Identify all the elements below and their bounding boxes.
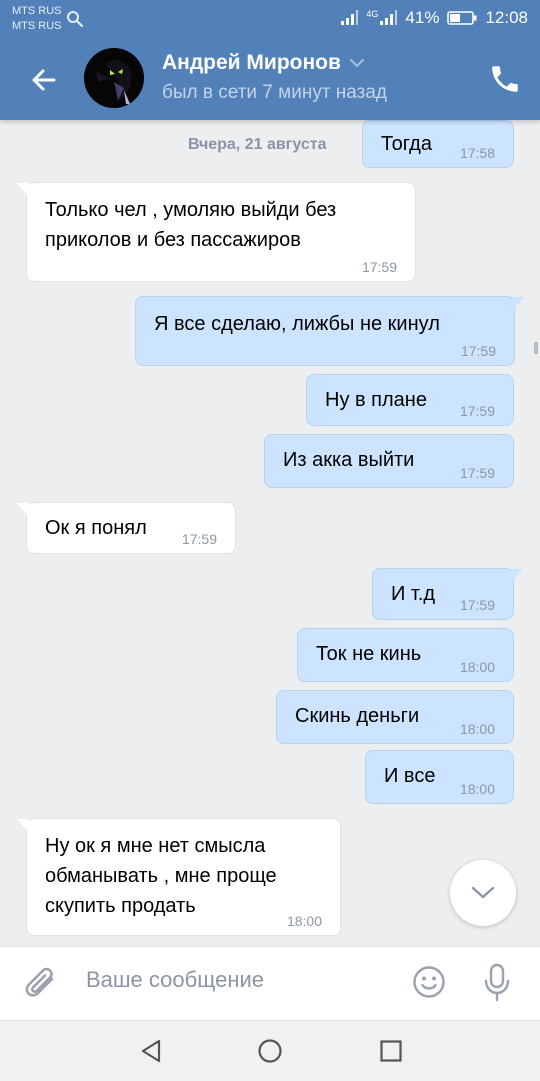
clock: 12:08 (485, 8, 528, 27)
message-text: Ну в плане (325, 389, 427, 411)
message-incoming[interactable]: Только чел , умоляю выйди без приколов и… (17, 182, 416, 282)
message-outgoing[interactable]: Скинь деньги 18:00 (276, 690, 514, 744)
avatar[interactable] (84, 48, 144, 108)
message-time: 17:59 (459, 597, 495, 613)
message-text: Ок я понял (45, 517, 147, 539)
message-outgoing[interactable]: Ток не кинь 18:00 (297, 628, 514, 682)
microphone-icon[interactable] (482, 963, 512, 1003)
status-indicators: 4G 41% 12:08 (340, 8, 528, 28)
nav-home-icon[interactable] (257, 1038, 283, 1064)
bubble-tail (17, 503, 29, 517)
contact-name: Андрей Миронов (162, 51, 341, 74)
message-time: 18:00 (286, 913, 322, 929)
message-input[interactable] (86, 967, 386, 993)
signal-icon (380, 10, 398, 25)
carrier-1: MTS RUS (12, 5, 62, 17)
message-text: Я все сделаю, лижбы не кинул (154, 313, 440, 335)
smile-icon[interactable] (412, 965, 446, 999)
message-time: 17:59 (181, 531, 217, 547)
message-text: Ток не кинь (316, 643, 422, 665)
message-text: Из акка выйти (283, 449, 415, 471)
message-outgoing[interactable]: И т.д 17:59 (372, 568, 523, 620)
date-separator: Вчера, 21 августа (188, 136, 327, 153)
message-outgoing[interactable]: Ну в плане 17:59 (306, 374, 514, 426)
message-text: И все (384, 765, 436, 787)
message-time: 17:58 (459, 145, 495, 161)
message-text: Скинь деньги (295, 705, 420, 727)
scrollbar[interactable] (534, 342, 538, 354)
message-text: Только чел , умоляю выйди без приколов и… (45, 199, 337, 251)
system-nav-bar (0, 1020, 540, 1081)
message-time: 18:00 (459, 659, 495, 675)
bubble-tail (17, 183, 29, 197)
bubble-tail (511, 569, 523, 583)
message-outgoing[interactable]: И все 18:00 (365, 750, 514, 804)
bubble-tail (512, 297, 524, 311)
bubble-tail (17, 819, 29, 833)
search-icon (67, 11, 84, 28)
phone-icon[interactable] (488, 62, 522, 96)
message-text: Ну ок я мне нет смысла обманывать , мне … (45, 835, 277, 917)
battery-icon (447, 11, 477, 25)
message-text: И т.д (391, 583, 436, 605)
message-time: 17:59 (459, 465, 495, 481)
scroll-down-button[interactable] (450, 860, 516, 926)
network-type-label: 4G (366, 9, 379, 19)
nav-back-icon[interactable] (138, 1038, 164, 1064)
message-time: 18:00 (459, 781, 495, 797)
paperclip-icon[interactable] (24, 965, 60, 1003)
message-time: 17:59 (460, 343, 496, 359)
status-bar: MTS RUS MTS RUS 4G 41% 12:08 (0, 0, 540, 38)
message-time: 17:59 (361, 259, 397, 275)
message-incoming[interactable]: Ну ок я мне нет смысла обманывать , мне … (17, 818, 341, 936)
message-outgoing[interactable]: Тогда 17:58 (362, 120, 514, 168)
message-time: 18:00 (459, 721, 495, 737)
message-text: Тогда (381, 133, 432, 155)
carrier-labels: MTS RUS MTS RUS (12, 4, 62, 34)
chat-header: Андрей Миронов был в сети 7 минут назад (0, 38, 540, 120)
message-outgoing[interactable]: Из акка выйти 17:59 (264, 434, 514, 488)
last-seen-status: был в сети 7 минут назад (162, 82, 388, 103)
chevron-down-icon (471, 886, 495, 899)
battery-percent: 41% (405, 8, 440, 27)
nav-recents-icon[interactable] (379, 1039, 403, 1063)
chevron-down-icon (349, 59, 364, 68)
message-outgoing[interactable]: Я все сделаю, лижбы не кинул 17:59 (135, 296, 524, 366)
signal-icon (341, 10, 359, 25)
contact-title[interactable]: Андрей Миронов (162, 51, 365, 75)
message-time: 17:59 (459, 403, 495, 419)
message-incoming[interactable]: Ок я понял 17:59 (17, 502, 236, 554)
arrow-left-icon[interactable] (24, 60, 64, 100)
message-composer (0, 946, 540, 1021)
carrier-2: MTS RUS (12, 20, 62, 32)
message-list[interactable]: Вчера, 21 августа Тогда 17:58 Только чел… (0, 120, 540, 946)
